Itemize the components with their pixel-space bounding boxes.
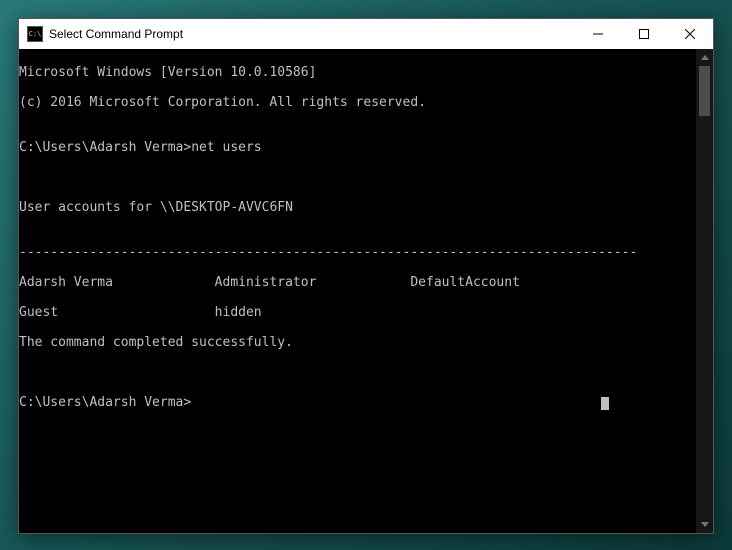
cmd-icon: C:\ <box>27 26 43 42</box>
titlebar[interactable]: C:\ Select Command Prompt <box>19 19 713 49</box>
prompt-command: net users <box>191 140 261 155</box>
prompt-line: C:\Users\Adarsh Verma>net users <box>19 140 713 155</box>
prompt-path: C:\Users\Adarsh Verma> <box>19 140 191 155</box>
scroll-down-button[interactable] <box>696 516 713 533</box>
output-line: Microsoft Windows [Version 10.0.10586] <box>19 65 713 80</box>
window-controls <box>575 19 713 49</box>
divider-line: ----------------------------------------… <box>19 245 713 260</box>
terminal-area[interactable]: Microsoft Windows [Version 10.0.10586] (… <box>19 49 713 533</box>
minimize-button[interactable] <box>575 19 621 49</box>
scroll-up-button[interactable] <box>696 49 713 66</box>
vertical-scrollbar[interactable] <box>696 49 713 533</box>
close-button[interactable] <box>667 19 713 49</box>
maximize-button[interactable] <box>621 19 667 49</box>
text-cursor <box>601 397 609 410</box>
output-line: User accounts for \\DESKTOP-AVVC6FN <box>19 200 713 215</box>
output-line: The command completed successfully. <box>19 335 713 350</box>
command-prompt-window: C:\ Select Command Prompt Microsoft Wind… <box>18 18 714 534</box>
users-row: Guest hidden <box>19 305 713 320</box>
terminal-content: Microsoft Windows [Version 10.0.10586] (… <box>19 49 713 440</box>
prompt-path: C:\Users\Adarsh Verma> <box>19 395 191 410</box>
users-row: Adarsh Verma Administrator DefaultAccoun… <box>19 275 713 290</box>
window-title: Select Command Prompt <box>49 27 575 41</box>
current-prompt-line[interactable]: C:\Users\Adarsh Verma> <box>19 395 713 410</box>
scroll-thumb[interactable] <box>699 66 710 116</box>
output-line: (c) 2016 Microsoft Corporation. All righ… <box>19 95 713 110</box>
